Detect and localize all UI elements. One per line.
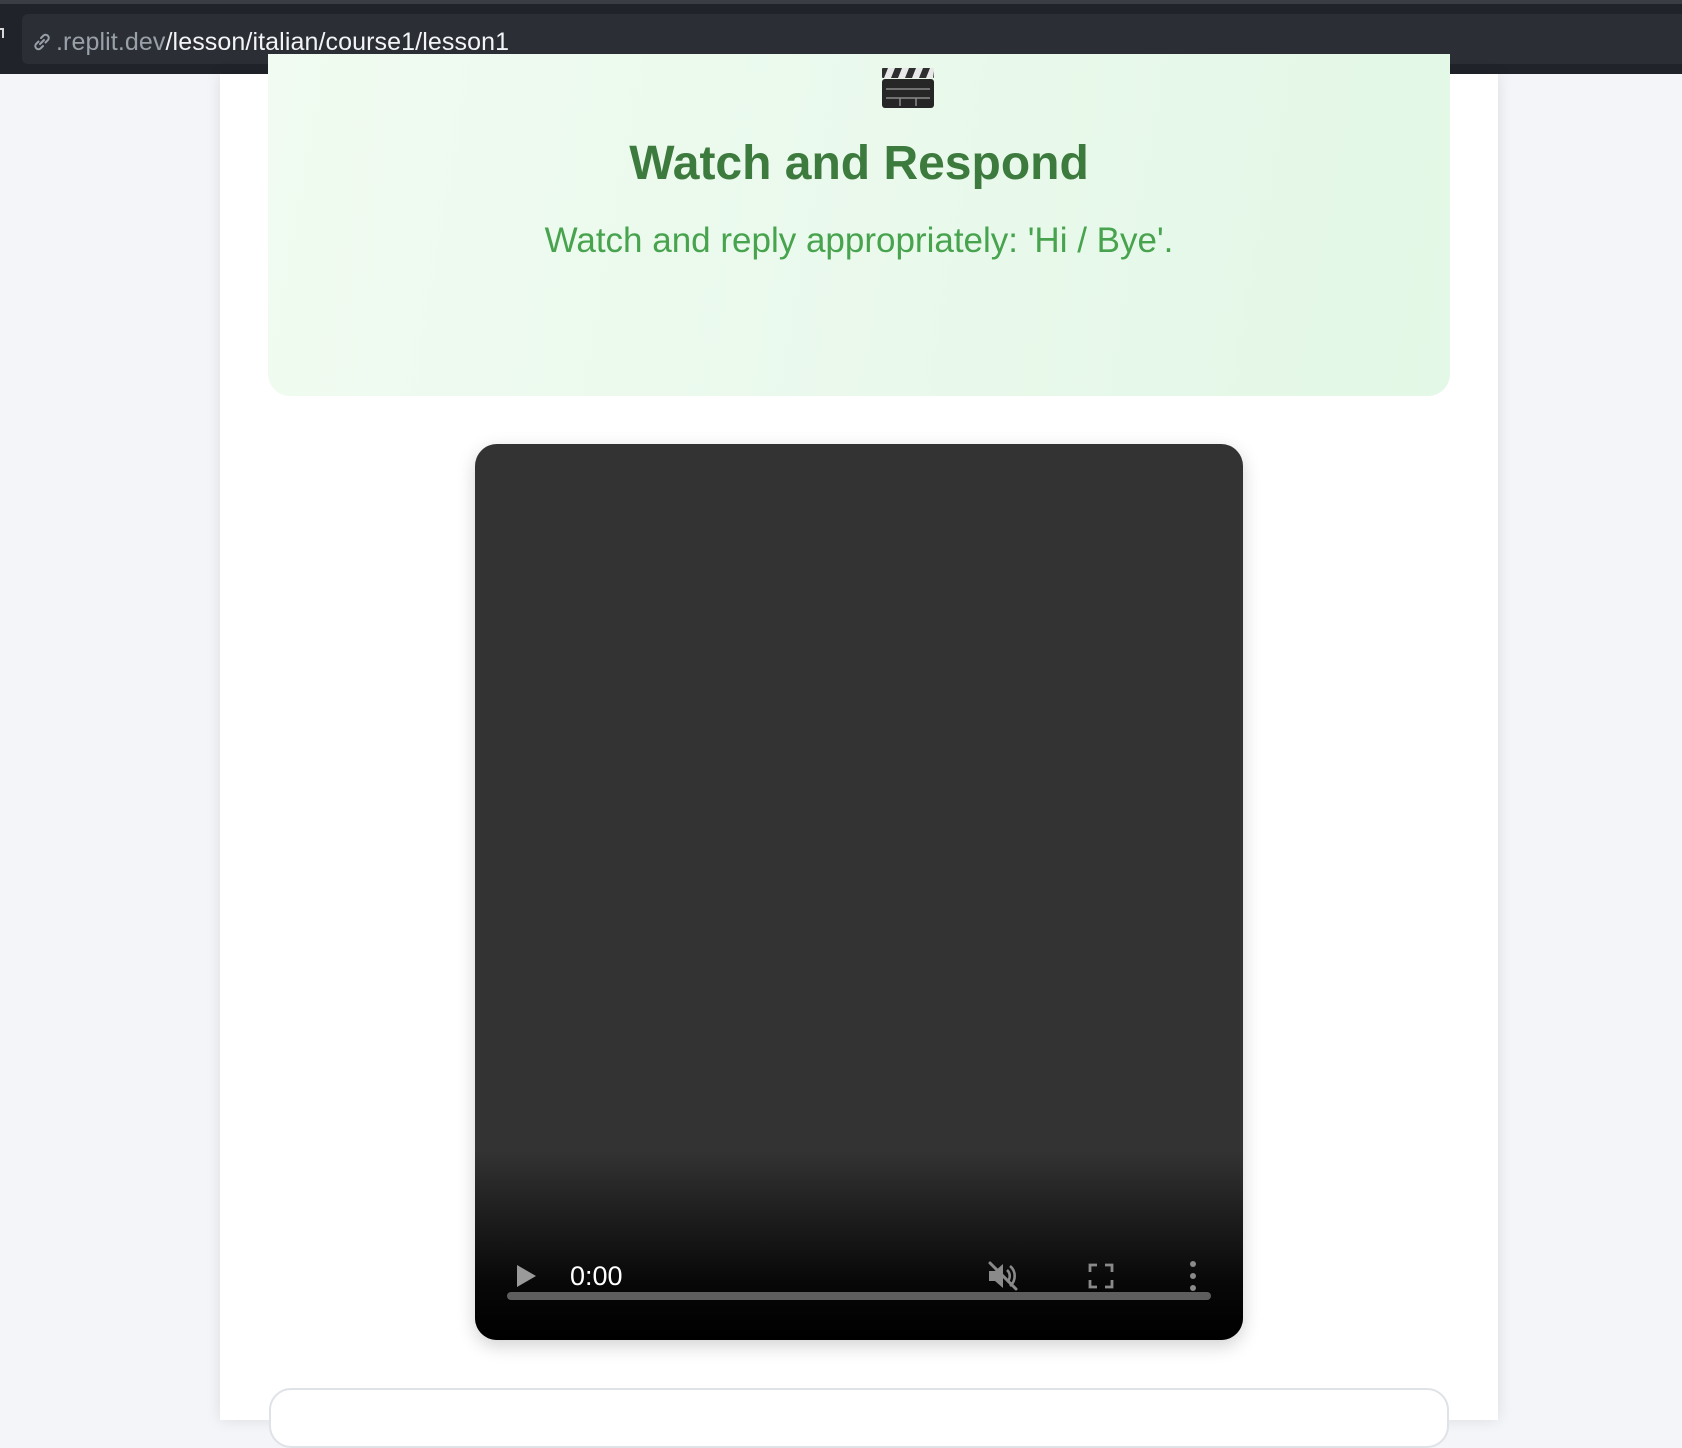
controls-gradient — [475, 1150, 1243, 1340]
link-icon — [34, 33, 50, 51]
video-player[interactable]: 0:00 — [475, 444, 1243, 1340]
url-path: /lesson/italian/course1/lesson1 — [165, 28, 510, 56]
mute-icon[interactable] — [985, 1258, 1021, 1294]
exercise-instruction: Watch and reply appropriately: 'Hi / Bye… — [544, 221, 1174, 260]
response-panel — [269, 1388, 1449, 1448]
fullscreen-icon[interactable] — [1087, 1262, 1115, 1290]
window-edge-icon — [0, 28, 4, 38]
url-host: .replit.dev — [56, 28, 166, 56]
time-display: 0:00 — [570, 1261, 623, 1291]
lesson-card: Watch and Respond Watch and reply approp… — [220, 54, 1498, 1448]
clapper-board-icon — [882, 68, 934, 108]
play-icon[interactable] — [513, 1262, 539, 1290]
video-progress-bar[interactable] — [507, 1292, 1211, 1300]
more-options-icon[interactable] — [1183, 1258, 1203, 1294]
exercise-header: Watch and Respond Watch and reply approp… — [268, 54, 1450, 396]
exercise-title: Watch and Respond — [629, 137, 1089, 190]
